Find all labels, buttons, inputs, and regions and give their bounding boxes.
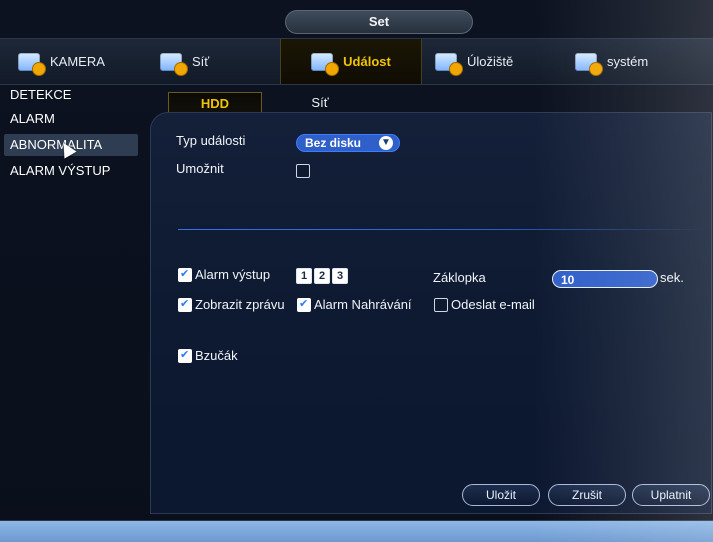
sidebar-item-alarm-vystup[interactable]: ALARM VÝSTUP [10,160,110,182]
sidebar-item-label: ALARM [10,111,55,126]
storage-icon [435,52,463,76]
camera-icon [18,52,46,76]
chevron-down-icon: ▼ [379,136,393,150]
alarm-out-channel-2[interactable]: 2 [314,268,330,284]
tab-label: Síť [192,54,210,69]
send-email-checkbox[interactable] [434,298,448,312]
event-icon [311,52,340,76]
buzzer-checkbox[interactable] [178,348,192,363]
tab-system[interactable]: systém [575,39,695,84]
event-settings-panel [150,112,712,514]
alarm-record-label: Alarm Nahrávání [314,297,412,312]
bottom-status-bar [0,520,713,542]
tab-udalost[interactable]: Událost [280,39,422,84]
system-icon [575,52,603,76]
alarm-out-channel-1[interactable]: 1 [296,268,312,284]
tab-label: Událost [343,54,391,69]
window-title: Set [285,10,473,34]
subtab-sit[interactable]: Síť [300,92,340,114]
apply-button[interactable]: Uplatnit [632,484,710,506]
alarm-out-channel-3[interactable]: 3 [332,268,348,284]
event-type-value: Bez disku [305,136,362,150]
sidebar-item-alarm[interactable]: ALARM [10,108,55,130]
sidebar-item-detekce[interactable]: DETEKCE [10,84,71,106]
tab-label: systém [607,54,649,69]
buzzer-label: Bzučák [195,348,238,363]
top-navigation: KAMERA Síť Událost Úložiště systém [0,38,713,85]
event-type-select[interactable]: Bez disku ▼ [296,134,400,152]
tab-label: Úložiště [467,54,514,69]
tab-label: KAMERA [50,54,105,69]
cancel-button[interactable]: Zrušit [548,484,626,506]
alarm-out-checkbox[interactable] [178,267,192,282]
show-message-label: Zobrazit zprávu [195,297,285,312]
network-icon [160,52,188,76]
tab-kamera[interactable]: KAMERA [10,39,143,84]
latch-input[interactable]: 10 [552,270,658,288]
tab-uloziste[interactable]: Úložiště [435,39,555,84]
section-divider [178,229,708,230]
event-type-label: Typ události [176,133,246,148]
show-message-checkbox[interactable] [178,297,192,312]
sidebar-item-label: ABNORMALITA [10,137,103,152]
dvr-screen: Set KAMERA Síť Událost Úložiště systém D… [0,0,713,542]
save-button[interactable]: Uložit [462,484,540,506]
alarm-record-checkbox[interactable] [297,297,311,312]
send-email-label: Odeslat e-mail [451,297,535,312]
latch-label: Záklopka [433,270,486,285]
enable-label: Umožnit [176,161,224,176]
sidebar-item-label: DETEKCE [10,87,72,102]
sidebar-item-label: ALARM VÝSTUP [10,163,111,178]
tab-sit[interactable]: Síť [160,39,270,84]
enable-checkbox[interactable] [296,164,310,178]
latch-unit: sek. [660,270,684,285]
alarm-out-label: Alarm výstup [195,267,271,282]
